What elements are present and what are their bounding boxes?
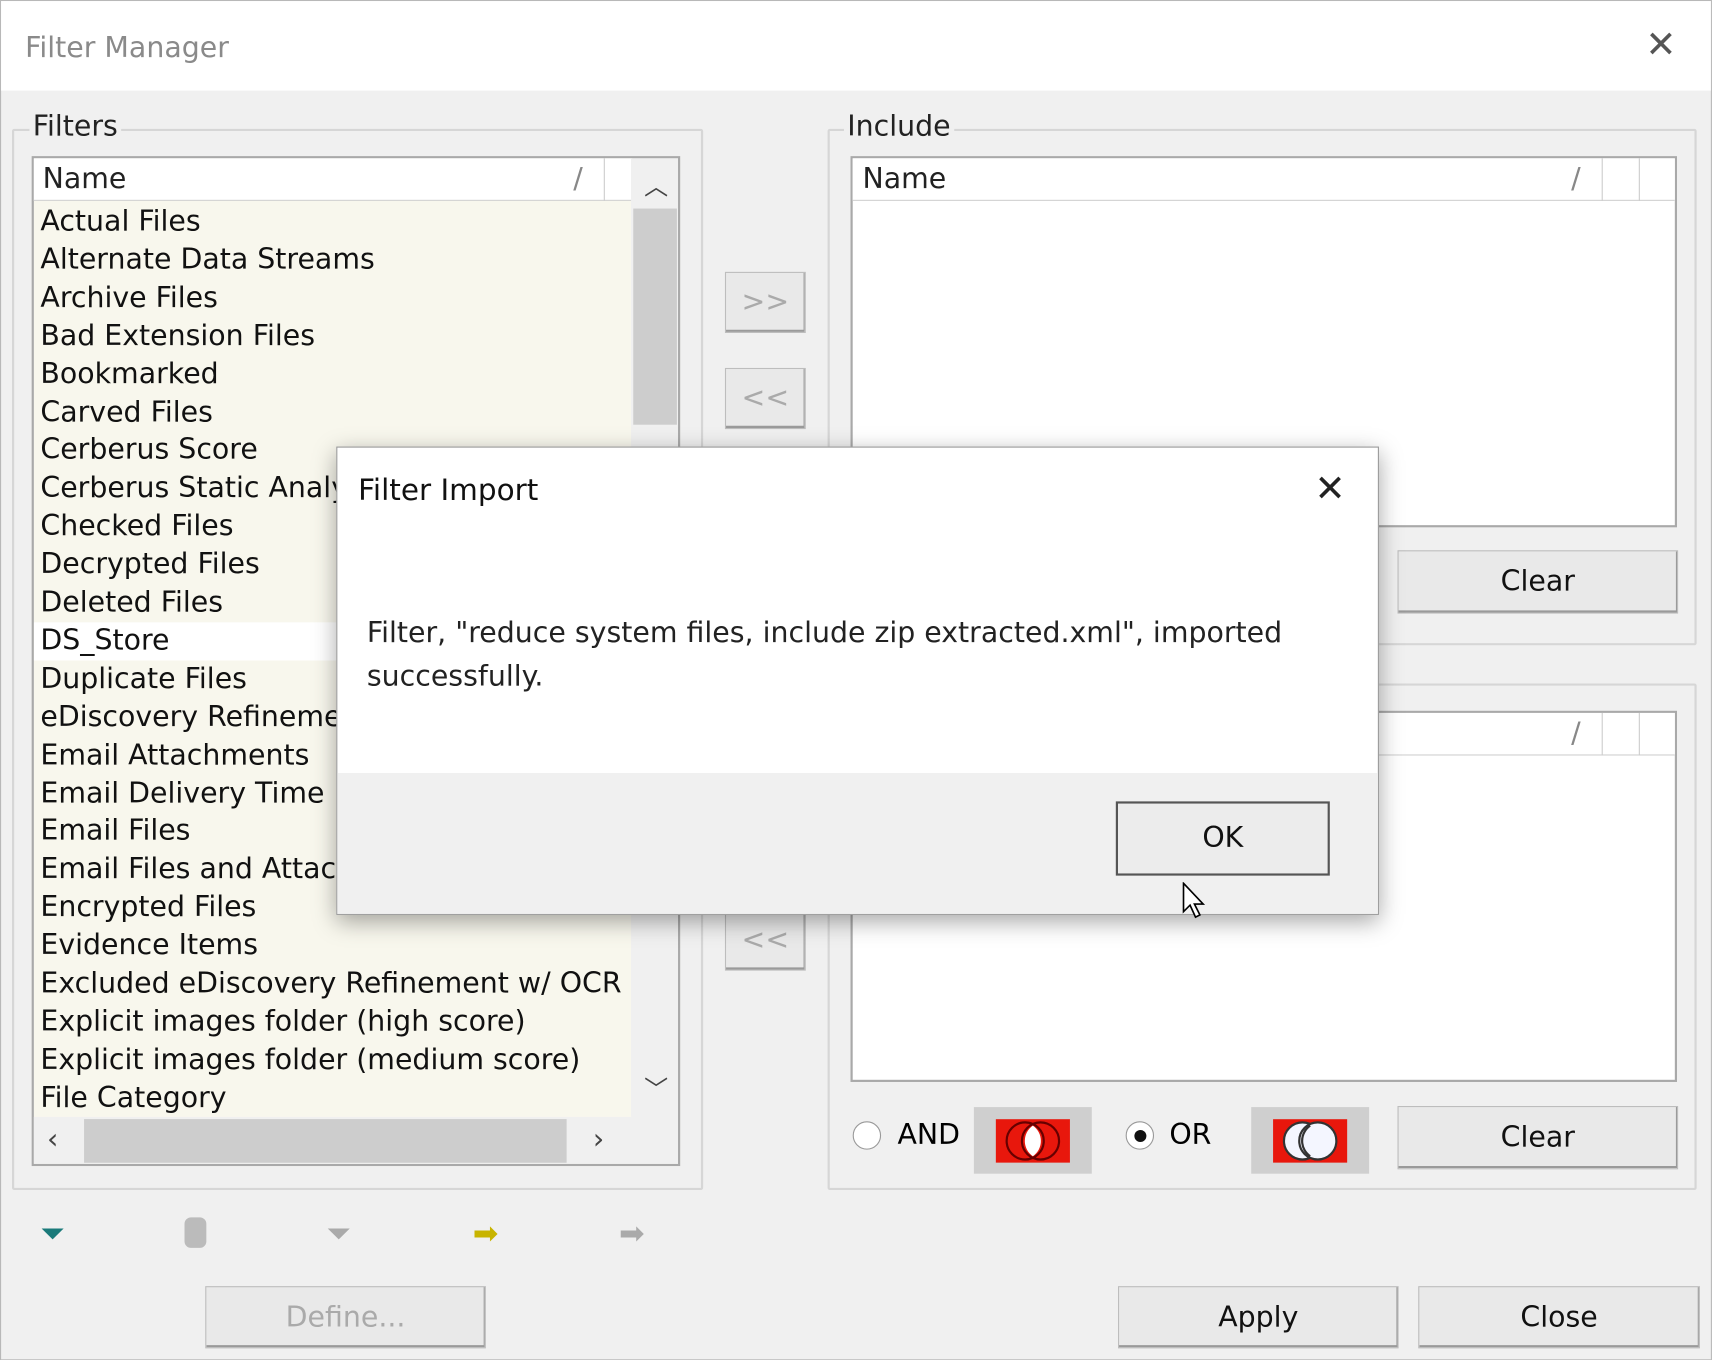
scroll-left-icon[interactable]: ‹ — [47, 1123, 58, 1156]
filter-list-item[interactable]: Evidence Items — [40, 927, 258, 965]
include-column-header[interactable]: Name / — [852, 158, 1675, 201]
filter-list-item[interactable]: Actual Files — [40, 203, 200, 241]
close-button[interactable]: Close — [1418, 1286, 1700, 1349]
filter-list-item[interactable]: Cerberus Static Analysis — [40, 470, 385, 508]
filter-list-item[interactable]: Excluded eDiscovery Refinement w/ OCR — [40, 965, 621, 1003]
filter-import-dialog: Filter Import ✕ Filter, "reduce system f… — [336, 446, 1379, 915]
filter-list-item[interactable]: Checked Files — [40, 508, 233, 546]
sort-indicator: / — [1571, 717, 1581, 751]
filter-list-item[interactable]: Bad Extension Files — [40, 317, 315, 355]
and-venn-icon[interactable] — [973, 1107, 1092, 1174]
dialog-title: Filter Import — [358, 473, 539, 508]
filter-list-item[interactable]: Email Attachments — [40, 737, 309, 775]
and-radio[interactable] — [852, 1121, 882, 1150]
filter-list-item[interactable]: Decrypted Files — [40, 546, 259, 584]
delete-icon[interactable] — [184, 1217, 207, 1248]
h-scrollbar-thumb[interactable] — [84, 1119, 567, 1163]
filter-list-item[interactable]: Duplicate Files — [40, 660, 247, 698]
include-label: Include — [843, 110, 954, 144]
new-filter-icon[interactable]: ⏷ — [40, 1215, 64, 1252]
filter-list-item[interactable]: Encrypted Files — [40, 889, 256, 927]
dialog-footer: OK — [337, 772, 1378, 914]
filter-list-item[interactable]: Explicit images folder (medium score) — [40, 1041, 580, 1079]
column-divider — [1638, 158, 1640, 201]
filter-list-item[interactable]: Carved Files — [40, 394, 212, 432]
export-filter-icon[interactable]: ➡ — [619, 1215, 645, 1251]
ok-button[interactable]: OK — [1115, 801, 1330, 876]
filter-list-item[interactable]: DS_Store — [33, 622, 340, 661]
mouse-cursor-icon — [1182, 882, 1206, 919]
title-bar — [1, 1, 1711, 91]
remove-include-button[interactable]: << — [724, 367, 806, 430]
filter-list-item[interactable]: Archive Files — [40, 279, 218, 317]
window-title: Filter Manager — [25, 31, 229, 65]
or-radio[interactable] — [1125, 1121, 1155, 1150]
sort-indicator: / — [573, 162, 583, 196]
add-include-button[interactable]: >> — [724, 271, 806, 333]
include-clear-button[interactable]: Clear — [1397, 550, 1679, 614]
filter-list-item[interactable]: Email Files — [40, 813, 190, 851]
filter-list-item[interactable]: Deleted Files — [40, 584, 223, 622]
filters-label: Filters — [29, 110, 122, 144]
remove-exclude-button[interactable]: << — [724, 909, 806, 971]
scroll-right-icon[interactable]: › — [593, 1123, 604, 1156]
filter-list-item[interactable]: Cerberus Score — [40, 432, 257, 470]
filter-list-item[interactable]: Bookmarked — [40, 355, 218, 393]
apply-button[interactable]: Apply — [1118, 1286, 1399, 1349]
sort-indicator: / — [1571, 162, 1581, 196]
radio-dot — [1134, 1130, 1147, 1143]
column-divider — [603, 158, 605, 201]
scrollbar-thumb[interactable] — [633, 208, 677, 425]
column-divider — [1601, 712, 1603, 756]
or-venn-icon[interactable] — [1251, 1107, 1370, 1174]
import-filter-icon[interactable]: ➡ — [473, 1215, 499, 1251]
filter-list-item[interactable]: Alternate Data Streams — [40, 241, 374, 279]
column-name-label: Name — [42, 162, 127, 196]
filter-list-item[interactable]: File Category — [40, 1079, 226, 1116]
close-icon[interactable]: ✕ — [1645, 23, 1676, 67]
or-label: OR — [1169, 1119, 1212, 1152]
filter-list-item[interactable]: eDiscovery Refinement — [40, 698, 370, 736]
dialog-close-icon[interactable]: ✕ — [1315, 467, 1346, 511]
edit-filter-icon[interactable]: ⏷ — [326, 1215, 350, 1252]
column-header-name[interactable]: Name / — [33, 158, 633, 201]
filter-list-item[interactable]: Email Delivery Time — [40, 775, 324, 813]
filter-list-item[interactable]: Explicit images folder (high score) — [40, 1003, 525, 1041]
exclude-clear-button[interactable]: Clear — [1397, 1105, 1679, 1170]
column-divider — [1638, 712, 1640, 756]
scroll-up-icon[interactable]: ︿ — [644, 167, 668, 202]
scroll-down-icon[interactable]: ﹀ — [644, 1070, 668, 1105]
dialog-message: Filter, "reduce system files, include zi… — [366, 616, 1283, 694]
horizontal-scrollbar[interactable]: ‹ › — [33, 1116, 679, 1164]
define-button[interactable]: Define... — [205, 1286, 486, 1349]
and-label: AND — [897, 1119, 960, 1152]
include-column-name: Name — [862, 162, 947, 196]
column-divider — [1601, 158, 1603, 201]
